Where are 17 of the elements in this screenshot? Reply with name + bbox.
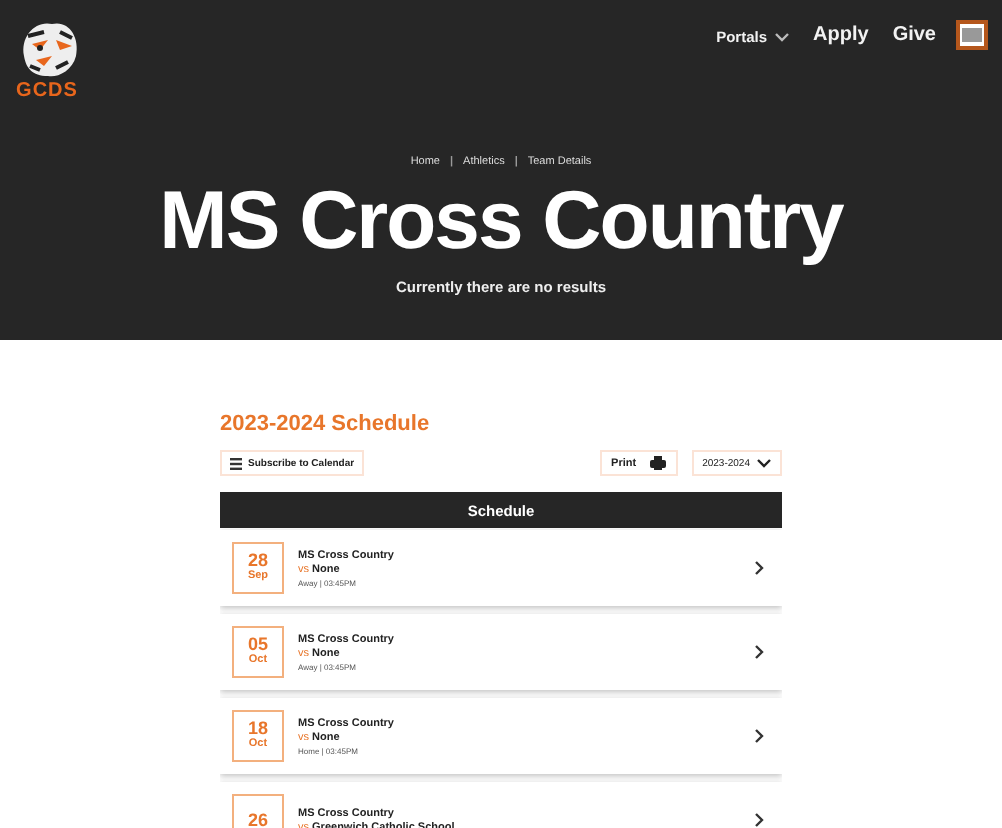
chevron-right-icon — [754, 560, 764, 576]
event-day: 18 — [247, 720, 268, 738]
list-icon — [230, 457, 242, 469]
page-title: MS Cross Country — [159, 172, 843, 268]
logo-text: GCDS — [16, 80, 78, 102]
schedule-heading: 2023-2024 Schedule — [220, 412, 432, 436]
chevron-right-icon — [754, 644, 764, 660]
menu-button[interactable] — [956, 20, 988, 50]
event-day: 28 — [247, 552, 268, 570]
chevron-down-icon — [756, 458, 772, 468]
nav-link[interactable]: Give — [892, 24, 936, 46]
chevron-right-icon — [754, 728, 764, 744]
chevron-down-icon — [773, 32, 790, 42]
chevron-right-icon — [754, 812, 764, 828]
event-day: 26 — [247, 811, 268, 828]
nav-link[interactable]: Apply — [813, 24, 869, 46]
event-day: 05 — [247, 636, 268, 654]
